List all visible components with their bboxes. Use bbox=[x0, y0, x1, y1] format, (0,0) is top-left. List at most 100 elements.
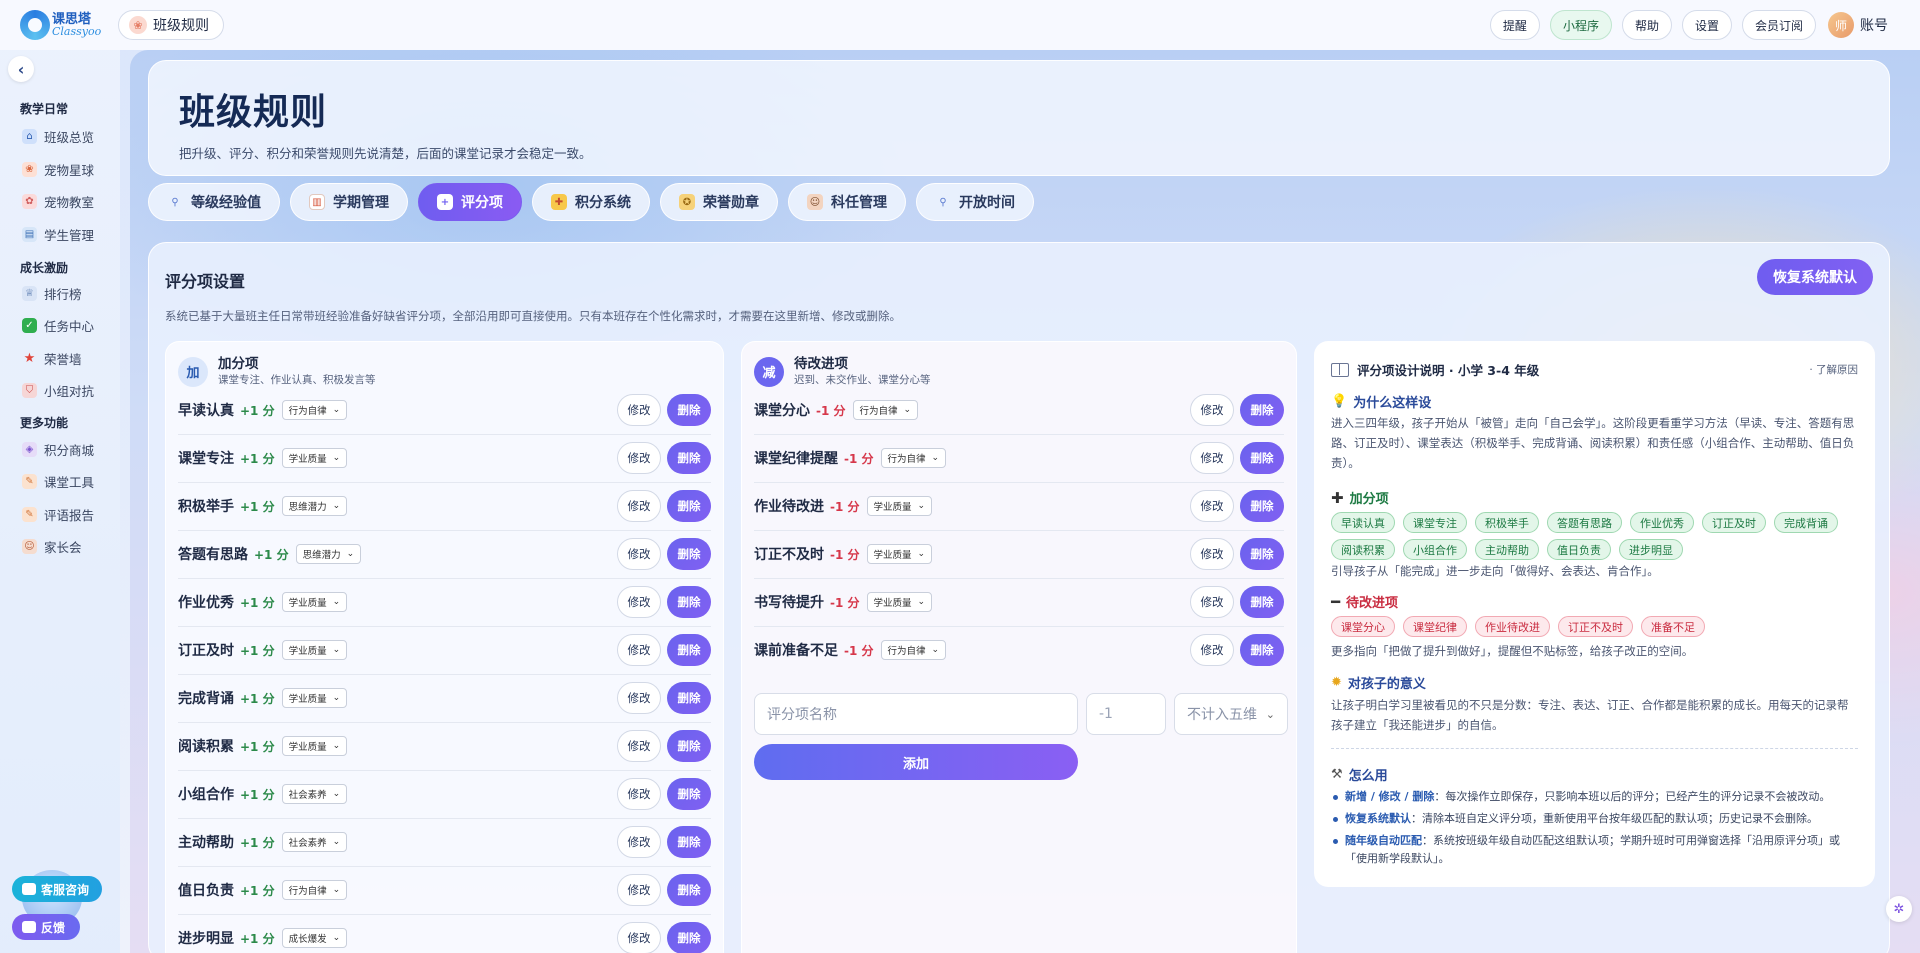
dimension-select[interactable]: 思维潜力 ⌄ bbox=[281, 496, 348, 516]
delete-button[interactable]: 删除 bbox=[667, 874, 711, 906]
edit-button[interactable]: 修改 bbox=[617, 778, 661, 810]
current-page-pill[interactable]: ❀ 班级规则 bbox=[118, 10, 224, 40]
sidebar-item-students[interactable]: ▤ 学生管理 bbox=[22, 225, 94, 244]
edit-button[interactable]: 修改 bbox=[1190, 538, 1234, 570]
dimension-select[interactable]: 不计入五维 ⌄ bbox=[1174, 693, 1288, 735]
tab-level-exp[interactable]: ⚲ 等级经验值 bbox=[148, 183, 280, 221]
edit-button[interactable]: 修改 bbox=[1190, 490, 1234, 522]
delete-button[interactable]: 删除 bbox=[667, 778, 711, 810]
chevron-down-icon: ⌄ bbox=[931, 453, 940, 463]
edit-button[interactable]: 修改 bbox=[1190, 586, 1234, 618]
tab-honor-badges[interactable]: ✪ 荣誉勋章 bbox=[660, 183, 778, 221]
delete-button[interactable]: 删除 bbox=[667, 922, 711, 953]
delete-button[interactable]: 删除 bbox=[667, 826, 711, 858]
dimension-select[interactable]: 学业质量 ⌄ bbox=[281, 688, 348, 708]
dimension-select[interactable]: 学业质量 ⌄ bbox=[866, 496, 933, 516]
sidebar-group-more: 更多功能 bbox=[20, 416, 69, 430]
feedback-label: 反馈 bbox=[41, 920, 66, 935]
edit-button[interactable]: 修改 bbox=[617, 874, 661, 906]
sidebar-item-parent-meeting[interactable]: ☺ 家长会 bbox=[22, 537, 82, 556]
edit-button[interactable]: 修改 bbox=[617, 682, 661, 714]
feedback-button[interactable]: 反馈 bbox=[12, 914, 80, 940]
dimension-select[interactable]: 成长爆发 ⌄ bbox=[281, 928, 348, 948]
tab-semester[interactable]: ▥ 学期管理 bbox=[290, 183, 408, 221]
edit-button[interactable]: 修改 bbox=[617, 538, 661, 570]
sidebar-item-pet-classroom[interactable]: ✿ 宠物教室 bbox=[22, 192, 94, 211]
edit-button[interactable]: 修改 bbox=[617, 490, 661, 522]
edit-button[interactable]: 修改 bbox=[617, 586, 661, 618]
dimension-select[interactable]: 学业质量 ⌄ bbox=[281, 592, 348, 612]
dimension-select[interactable]: 学业质量 ⌄ bbox=[281, 640, 348, 660]
add-item-button[interactable]: 添加 bbox=[754, 744, 1078, 780]
tab-label: 评分项 bbox=[461, 195, 503, 211]
delete-button[interactable]: 删除 bbox=[667, 730, 711, 762]
edit-button[interactable]: 修改 bbox=[617, 922, 661, 953]
sidebar-item-class-tools[interactable]: ✎ 课堂工具 bbox=[22, 472, 94, 491]
restore-default-button[interactable]: 恢复系统默认 bbox=[1757, 259, 1873, 295]
edit-button[interactable]: 修改 bbox=[617, 394, 661, 426]
dimension-select[interactable]: 社会素养 ⌄ bbox=[281, 832, 348, 852]
sidebar-item-comment-report[interactable]: ✎ 评语报告 bbox=[22, 505, 94, 524]
sidebar-item-tasks[interactable]: ✓ 任务中心 bbox=[22, 316, 94, 335]
settings-button[interactable]: 设置 bbox=[1681, 10, 1732, 40]
customer-service-button[interactable]: 客服咨询 bbox=[12, 876, 102, 902]
edit-button[interactable]: 修改 bbox=[617, 730, 661, 762]
reminder-button[interactable]: 提醒 bbox=[1489, 10, 1540, 40]
dimension-select[interactable]: 学业质量 ⌄ bbox=[866, 592, 933, 612]
item-score-input[interactable]: -1 bbox=[1086, 693, 1166, 735]
delete-button[interactable]: 删除 bbox=[667, 538, 711, 570]
delete-button[interactable]: 删除 bbox=[1240, 538, 1284, 570]
sidebar-item-group-battle[interactable]: ⛉ 小组对抗 bbox=[22, 381, 94, 400]
dimension-select[interactable]: 思维潜力 ⌄ bbox=[295, 544, 362, 564]
edit-button[interactable]: 修改 bbox=[1190, 394, 1234, 426]
dimension-select[interactable]: 行为自律 ⌄ bbox=[852, 400, 919, 420]
tab-points-system[interactable]: ✚ 积分系统 bbox=[532, 183, 650, 221]
membership-button[interactable]: 会员订阅 bbox=[1741, 10, 1816, 40]
brain-assistant-icon[interactable]: ✲ bbox=[1886, 896, 1912, 922]
sidebar-item-leaderboard[interactable]: ♕ 排行榜 bbox=[22, 284, 82, 303]
edit-button[interactable]: 修改 bbox=[617, 442, 661, 474]
account-menu[interactable]: 师 账号 bbox=[1828, 12, 1888, 38]
edit-button[interactable]: 修改 bbox=[617, 634, 661, 666]
dimension-select[interactable]: 行为自律 ⌄ bbox=[880, 640, 947, 660]
sidebar-item-pet-planet[interactable]: ❀ 宠物星球 bbox=[22, 160, 94, 179]
tab-subject-teachers[interactable]: ☺ 科任管理 bbox=[788, 183, 906, 221]
plus-note: 引导孩子从「能完成」进一步走向「做得好、会表达、肯合作」。 bbox=[1331, 564, 1659, 578]
delete-button[interactable]: 删除 bbox=[667, 586, 711, 618]
delete-button[interactable]: 删除 bbox=[1240, 442, 1284, 474]
dimension-select[interactable]: 学业质量 ⌄ bbox=[281, 736, 348, 756]
howto-section-title: ⚒ 怎么用 bbox=[1331, 765, 1388, 784]
delete-button[interactable]: 删除 bbox=[667, 394, 711, 426]
delete-button[interactable]: 删除 bbox=[1240, 586, 1284, 618]
dimension-select[interactable]: 行为自律 ⌄ bbox=[880, 448, 947, 468]
mini-program-button[interactable]: 小程序 bbox=[1549, 10, 1612, 40]
sidebar-item-class-overview[interactable]: ⌂ 班级总览 bbox=[22, 127, 94, 146]
edit-button[interactable]: 修改 bbox=[1190, 634, 1234, 666]
dimension-select[interactable]: 学业质量 ⌄ bbox=[866, 544, 933, 564]
edit-button[interactable]: 修改 bbox=[617, 826, 661, 858]
sidebar-item-points-mall[interactable]: ◈ 积分商城 bbox=[22, 440, 94, 459]
tab-open-time[interactable]: ⚲ 开放时间 bbox=[916, 183, 1034, 221]
delete-button[interactable]: 删除 bbox=[1240, 394, 1284, 426]
edit-button[interactable]: 修改 bbox=[1190, 442, 1234, 474]
tab-scoring-items[interactable]: + 评分项 bbox=[418, 183, 522, 221]
paw-icon: ❀ bbox=[129, 16, 147, 34]
delete-button[interactable]: 删除 bbox=[667, 490, 711, 522]
sidebar-item-honor-wall[interactable]: ★ 荣誉墙 bbox=[22, 349, 82, 368]
dimension-select[interactable]: 行为自律 ⌄ bbox=[281, 400, 348, 420]
page-header: 班级规则 把升级、评分、积分和荣誉规则先说清楚，后面的课堂记录才会稳定一致。 bbox=[148, 60, 1890, 176]
item-name-input[interactable]: 评分项名称 bbox=[754, 693, 1078, 735]
dimension-select[interactable]: 学业质量 ⌄ bbox=[281, 448, 348, 468]
delete-button[interactable]: 删除 bbox=[667, 682, 711, 714]
dimension-select[interactable]: 行为自律 ⌄ bbox=[281, 880, 348, 900]
help-button[interactable]: 帮助 bbox=[1621, 10, 1672, 40]
delete-button[interactable]: 删除 bbox=[1240, 634, 1284, 666]
learn-reason-link[interactable]: · 了解原因 bbox=[1809, 362, 1858, 377]
delete-button[interactable]: 删除 bbox=[1240, 490, 1284, 522]
chip: 准备不足 bbox=[1641, 616, 1705, 637]
dimension-select[interactable]: 社会素养 ⌄ bbox=[281, 784, 348, 804]
collapse-sidebar-icon[interactable]: ‹ bbox=[8, 56, 34, 82]
delete-button[interactable]: 删除 bbox=[667, 442, 711, 474]
delete-button[interactable]: 删除 bbox=[667, 634, 711, 666]
app-logo[interactable]: 课思塔 Classyoo bbox=[20, 9, 110, 41]
